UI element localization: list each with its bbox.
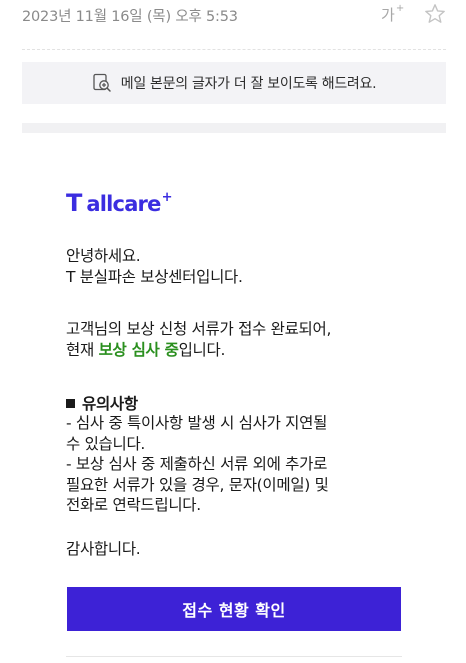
notice-line: - 보상 심사 중 제출하신 서류 외에 추가로	[66, 455, 328, 473]
status-message: 고객님의 보상 신청 서류가 접수 완료되어, 현재 보상 심사 중입니다.	[66, 319, 331, 360]
mail-header: 2023년 11월 16일 (목) 오후 5:53 가 +	[0, 0, 466, 30]
footer-divider	[66, 656, 402, 657]
star-icon[interactable]	[423, 2, 447, 26]
readability-banner[interactable]: 메일 본문의 글자가 더 잘 보이도록 해드려요.	[22, 62, 446, 104]
content-separator	[22, 123, 446, 133]
status-highlight: 보상 심사 중	[98, 340, 179, 359]
font-size-icon: 가	[381, 5, 395, 24]
notice-line: 수 있습니다.	[66, 434, 146, 453]
status-line: 현재 보상 심사 중입니다.	[66, 340, 331, 361]
notice-line: 전화로 연락드립니다.	[66, 496, 201, 514]
status-prefix: 현재	[66, 340, 99, 359]
closing-text: 감사합니다.	[66, 540, 141, 558]
notice-title-text: 유의사항	[82, 395, 138, 413]
header-divider	[22, 49, 446, 50]
check-status-button[interactable]: 접수 현황 확인	[67, 587, 401, 631]
greeting-line: 안녕하세요.	[66, 247, 141, 265]
notice-title: 유의사항	[66, 392, 138, 414]
zoom-in-document-icon	[92, 73, 112, 93]
logo-t: T	[66, 189, 82, 217]
status-line: 고객님의 보상 신청 서류가 접수 완료되어,	[66, 320, 332, 338]
readability-banner-text: 메일 본문의 글자가 더 잘 보이도록 해드려요.	[120, 76, 377, 92]
greeting: 안녕하세요. T 분실파손 보상센터입니다.	[66, 246, 243, 287]
greeting-line: T 분실파손 보상센터입니다.	[66, 267, 243, 286]
notice-line: - 심사 중 특이사항 발생 시 심사가 지연될	[66, 414, 328, 432]
logo-word: allcare	[86, 192, 161, 216]
notice-list: - 심사 중 특이사항 발생 시 심사가 지연될 수 있습니다. - 보상 심사…	[66, 413, 329, 516]
tallcare-logo: T allcare +	[66, 189, 172, 219]
notice-line: 필요한 서류가 있을 경우, 문자(이메일) 및	[66, 475, 329, 494]
status-suffix: 입니다.	[178, 340, 226, 359]
mail-datetime: 2023년 11월 16일 (목) 오후 5:53	[22, 9, 238, 25]
font-size-plus: +	[395, 2, 405, 14]
square-bullet-icon	[66, 399, 75, 408]
font-size-button[interactable]: 가 +	[381, 3, 407, 25]
logo-plus: +	[161, 190, 173, 205]
